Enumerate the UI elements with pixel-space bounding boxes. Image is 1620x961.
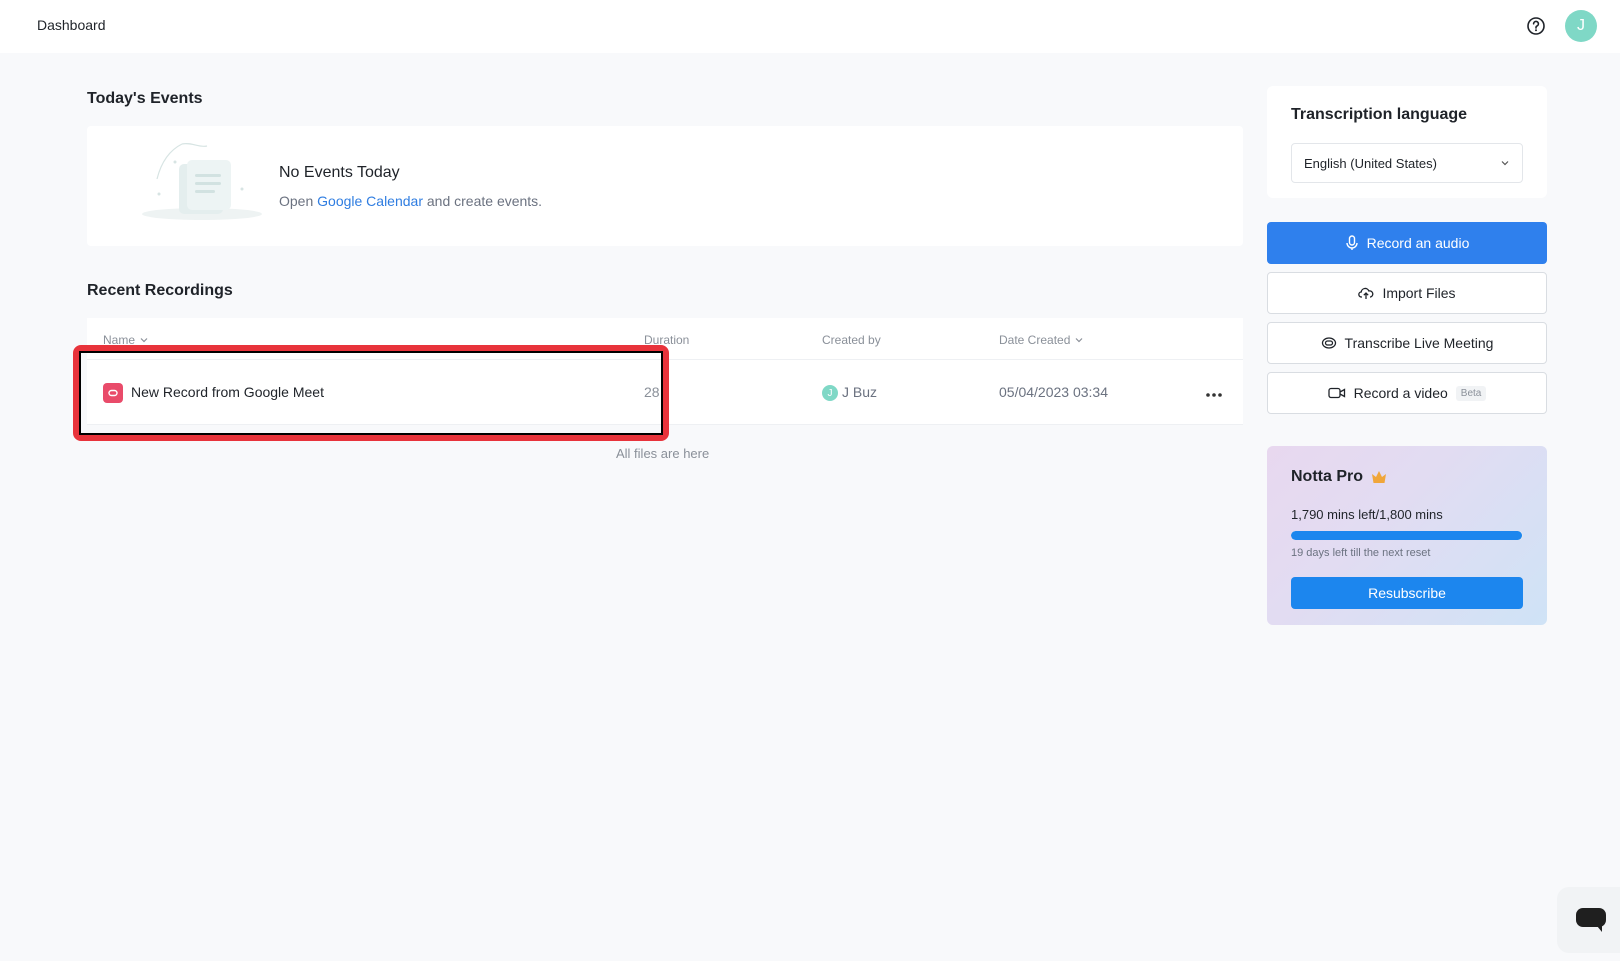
language-select[interactable]: English (United States)	[1291, 143, 1523, 183]
record-audio-button[interactable]: Record an audio	[1267, 222, 1547, 264]
record-video-label: Record a video	[1353, 385, 1448, 401]
page-title: Dashboard	[37, 17, 106, 33]
chat-support-button[interactable]	[1557, 887, 1620, 953]
events-subtext: Open Google Calendar and create events.	[279, 193, 542, 209]
transcribe-live-meeting-label: Transcribe Live Meeting	[1344, 335, 1494, 351]
chevron-down-icon	[140, 338, 148, 343]
microphone-icon	[1345, 235, 1358, 250]
highlight-box	[73, 345, 669, 441]
help-icon[interactable]	[1526, 16, 1546, 36]
beta-badge: Beta	[1455, 385, 1487, 401]
column-date-label: Date Created	[999, 333, 1071, 347]
transcription-language-card: Transcription language English (United S…	[1267, 86, 1547, 198]
all-files-link[interactable]: All files are here	[616, 446, 709, 461]
minutes-remaining: 1,790 mins left/1,800 mins	[1291, 507, 1443, 522]
transcribe-live-meeting-button[interactable]: Transcribe Live Meeting	[1267, 322, 1547, 364]
import-files-label: Import Files	[1382, 285, 1456, 301]
more-options-icon[interactable]	[1205, 382, 1223, 403]
record-video-button[interactable]: Record a video Beta	[1267, 372, 1547, 414]
events-section-title: Today's Events	[87, 90, 203, 107]
empty-calendar-illustration	[137, 134, 267, 224]
column-created-by-header: Created by	[822, 333, 881, 347]
record-audio-label: Record an audio	[1366, 235, 1470, 251]
reset-info: 19 days left till the next reset	[1291, 547, 1431, 559]
events-card: No Events Today Open Google Calendar and…	[87, 126, 1243, 246]
user-avatar[interactable]: J	[1565, 10, 1597, 42]
import-files-button[interactable]: Import Files	[1267, 272, 1547, 314]
minutes-progress-fill	[1291, 531, 1522, 540]
recording-date: 05/04/2023 03:34	[999, 384, 1108, 400]
plan-title: Notta Pro	[1291, 468, 1387, 486]
recording-creator: J Buz	[842, 384, 878, 400]
notta-pro-card: Notta Pro 1,790 mins left/1,800 mins 19 …	[1267, 446, 1547, 625]
top-bar: Dashboard J	[0, 0, 1620, 53]
recordings-section-title: Recent Recordings	[87, 282, 233, 299]
creator-avatar: J	[822, 385, 838, 401]
column-date-created-header[interactable]: Date Created	[999, 333, 1084, 347]
chevron-down-icon	[1075, 338, 1083, 343]
chevron-down-icon	[1501, 161, 1509, 166]
chat-icon	[1576, 908, 1606, 932]
plan-title-label: Notta Pro	[1291, 468, 1363, 485]
crown-icon	[1372, 471, 1386, 483]
no-events-title: No Events Today	[279, 164, 400, 181]
language-select-value: English (United States)	[1304, 156, 1437, 171]
events-subtext-suffix: and create events.	[426, 193, 543, 209]
resubscribe-button[interactable]: Resubscribe	[1291, 577, 1523, 609]
cloud-upload-icon	[1358, 287, 1374, 299]
events-subtext-prefix: Open	[279, 193, 314, 209]
minutes-progress-bar	[1291, 531, 1523, 540]
video-camera-icon	[1327, 387, 1345, 399]
live-meeting-icon	[1321, 337, 1336, 349]
transcription-language-label: Transcription language	[1291, 106, 1468, 123]
google-calendar-link[interactable]: Google Calendar	[317, 193, 423, 209]
